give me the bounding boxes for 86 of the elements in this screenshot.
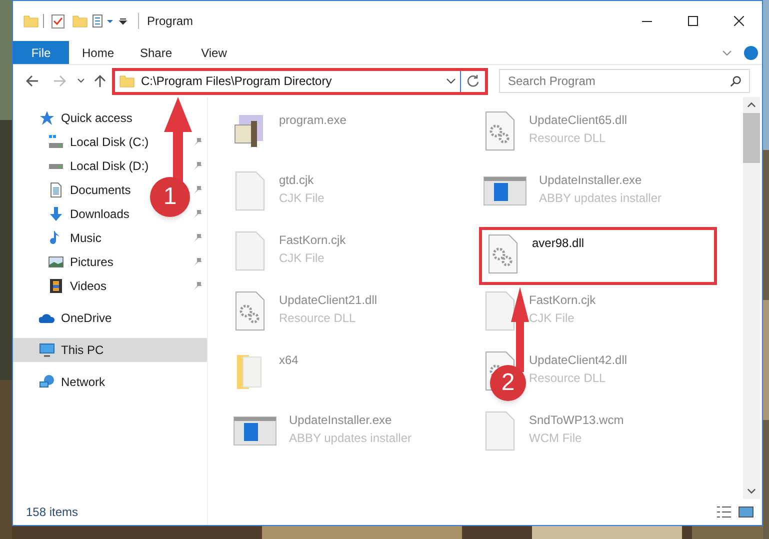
ribbon-tab[interactable]: File — [13, 41, 69, 64]
film-icon — [48, 278, 64, 294]
ribbon-tab[interactable]: View — [185, 41, 243, 64]
download-icon — [48, 206, 64, 222]
pin-icon[interactable] — [193, 185, 203, 195]
file-icon — [483, 411, 517, 451]
pin-icon[interactable] — [193, 137, 203, 147]
back-arrow-icon[interactable] — [25, 74, 39, 88]
chevron-down-icon[interactable] — [77, 77, 85, 85]
sidebar-item[interactable]: Local Disk (C:) — [13, 130, 155, 154]
file-type: CJK File — [279, 190, 324, 207]
file-name: UpdateClient42.dll — [529, 352, 628, 369]
file-name: UpdateClient65.dll — [529, 112, 628, 129]
sidebar-item[interactable]: Network — [13, 370, 112, 394]
file-type: Resource DLL — [279, 310, 357, 327]
window-title: Program — [147, 13, 194, 30]
file-type: WCM File — [529, 430, 583, 447]
file-type: CJK File — [529, 310, 576, 327]
pin-icon[interactable] — [193, 209, 203, 219]
ribbon-tab[interactable]: Home — [69, 41, 127, 64]
dropdown-icon[interactable] — [118, 16, 128, 26]
sidebar-item[interactable]: Downloads — [13, 202, 136, 226]
file-tile[interactable]: aver98.dll — [479, 227, 717, 285]
gear-file-icon — [483, 111, 517, 151]
close-icon — [734, 16, 744, 26]
file-name: SndToWP13.wcm — [529, 412, 624, 429]
sidebar-item[interactable]: Music — [13, 226, 108, 250]
file-name: x64 — [279, 352, 298, 369]
file-type: CJK File — [279, 250, 326, 267]
file-type: ABBY updates installer — [539, 190, 662, 207]
folder-icon — [119, 73, 135, 89]
network-icon — [39, 374, 55, 390]
checklist-icon[interactable] — [50, 13, 66, 29]
file-name: UpdateInstaller.exe — [289, 412, 393, 429]
gear-file-icon — [486, 234, 520, 274]
drive-icon — [48, 134, 64, 150]
file-name: UpdateClient21.dll — [279, 292, 378, 309]
drive-icon — [48, 164, 64, 168]
file-name: FastKorn.cjk — [279, 232, 346, 249]
sidebar-item[interactable]: Documents — [13, 178, 137, 202]
folder-icon — [23, 13, 39, 29]
refresh-icon[interactable] — [466, 74, 480, 88]
sidebar-item[interactable]: Videos — [13, 274, 112, 298]
document-icon — [48, 182, 64, 198]
monitor-icon — [39, 342, 55, 358]
ribbon-tab[interactable]: Share — [127, 41, 185, 64]
file-type: ABBY updates installer — [289, 430, 412, 447]
gear-file-icon — [233, 291, 267, 331]
file-name: UpdateInstaller.exe — [539, 172, 643, 189]
sidebar-item[interactable]: OneDrive — [13, 306, 118, 330]
properties-icon[interactable] — [92, 13, 114, 29]
chevron-down-icon[interactable] — [446, 76, 456, 86]
address-path: C:\Program Files\Program Directory — [141, 73, 333, 90]
new-folder-icon — [72, 13, 88, 29]
scroll-thumb[interactable] — [743, 113, 760, 163]
large-icons-view-icon[interactable] — [738, 504, 754, 520]
file-name: aver98.dll — [532, 235, 584, 252]
search-field[interactable]: Search Program — [499, 69, 750, 93]
star-icon — [39, 110, 55, 126]
forward-arrow-icon[interactable] — [53, 74, 67, 88]
sidebar-item[interactable]: This PC — [13, 338, 207, 362]
pin-icon[interactable] — [193, 233, 203, 243]
item-count: 158 items — [26, 504, 78, 521]
search-icon — [730, 75, 742, 87]
file-icon — [233, 231, 267, 271]
up-arrow-icon[interactable] — [93, 74, 107, 88]
file-icon — [483, 291, 517, 331]
file-type: Resource DLL — [529, 130, 607, 147]
pin-icon[interactable] — [193, 161, 203, 171]
scroll-down-icon[interactable] — [747, 488, 756, 494]
file-name: FastKorn.cjk — [529, 292, 596, 309]
pin-icon[interactable] — [193, 281, 203, 291]
help-icon[interactable] — [744, 46, 758, 60]
file-name: program.exe — [279, 112, 346, 129]
sidebar-item[interactable]: Local Disk (D:) — [13, 154, 155, 178]
pin-icon[interactable] — [193, 257, 203, 267]
sidebar-item[interactable]: Quick access — [13, 106, 138, 130]
file-name: gtd.cjk — [279, 172, 315, 189]
scroll-up-icon[interactable] — [747, 102, 756, 108]
file-icon — [233, 171, 267, 211]
details-view-icon[interactable] — [716, 504, 732, 520]
picture-icon — [48, 254, 64, 270]
address-bar[interactable]: C:\Program Files\Program Directory — [112, 68, 488, 94]
file-type: Resource DLL — [529, 370, 607, 387]
sidebar-item[interactable]: Pictures — [13, 250, 120, 274]
scrollbar[interactable] — [743, 97, 760, 499]
